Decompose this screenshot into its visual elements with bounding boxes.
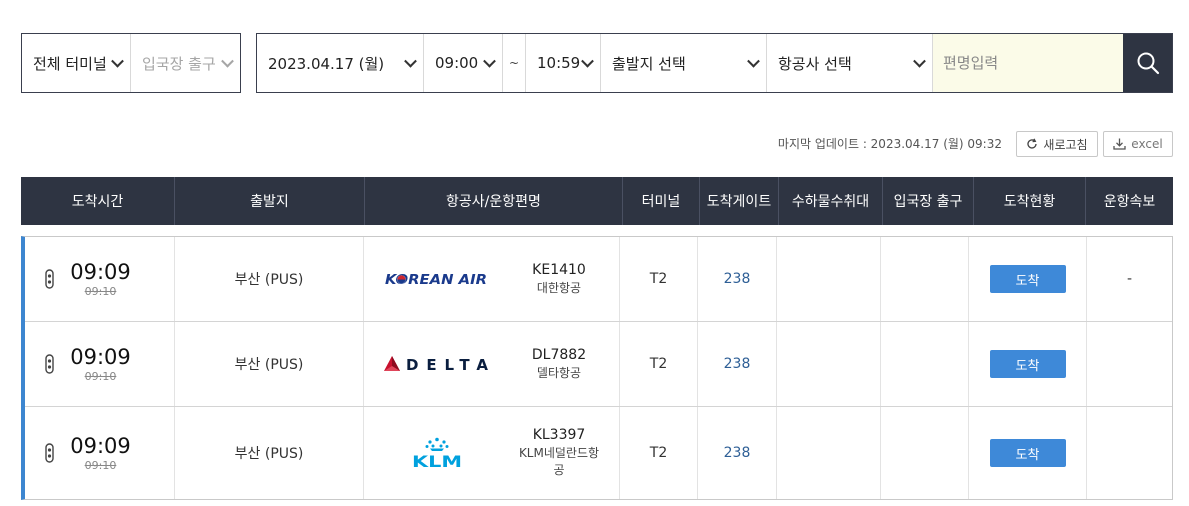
baggage-cell: [777, 237, 881, 321]
origin-cell: 부산 (PUS): [175, 322, 364, 406]
airline-name: 델타항공: [536, 365, 582, 380]
gate-cell: 238: [698, 237, 777, 321]
actual-time: 09:09: [70, 260, 131, 285]
table-row[interactable]: 09:09 09:10 부산 (PUS) KLM KL3397 KLM네덜란드항…: [25, 407, 1172, 499]
flight-number[interactable]: DL7882: [532, 346, 586, 365]
arrival-status-icon: [45, 269, 54, 289]
arrival-status-badge[interactable]: 도착: [989, 350, 1066, 378]
refresh-icon: [1027, 138, 1038, 149]
scheduled-time: 09:10: [84, 369, 117, 383]
arrival-status-icon: [45, 354, 54, 374]
baggage-cell: [777, 407, 881, 499]
scheduled-time: 09:10: [84, 458, 117, 472]
flight-number-input[interactable]: [933, 34, 1123, 92]
arrival-time-cell: 09:09 09:10: [25, 407, 175, 499]
exit-cell: [881, 237, 969, 321]
table-row[interactable]: 09:09 09:10 부산 (PUS) KOREAN AIR KE1410 대…: [25, 237, 1172, 322]
airline-name: KLM네덜란드항공: [518, 446, 600, 478]
airline-name: 대한항공: [536, 280, 582, 295]
chevron-down-icon: [581, 54, 594, 68]
header-baggage-claim: 수하물수취대: [779, 177, 883, 225]
exit-cell: [881, 322, 969, 406]
chevron-down-icon: [747, 54, 760, 68]
time-from-select[interactable]: 09:00: [424, 34, 503, 92]
gate-cell: 238: [698, 322, 777, 406]
flight-news-cell: [1087, 407, 1172, 499]
flight-news-cell: -: [1126, 271, 1133, 287]
arrivals-table-header: 도착시간 출발지 항공사/운항편명 터미널 도착게이트 수하물수취대 입국장 출…: [21, 177, 1173, 225]
origin-cell: 부산 (PUS): [175, 237, 364, 321]
flight-number[interactable]: KE1410: [532, 261, 586, 280]
terminal-filter-group: 전체 터미널 입국장 출구: [21, 33, 241, 93]
airline-cell: DELTA DL7882 델타항공: [364, 322, 620, 406]
chevron-down-icon: [221, 54, 234, 68]
arrivals-table-body: 09:09 09:10 부산 (PUS) KOREAN AIR KE1410 대…: [21, 236, 1173, 500]
chevron-down-icon: [404, 54, 417, 68]
arrival-status-badge[interactable]: 도착: [989, 265, 1066, 293]
search-icon: [1137, 52, 1159, 75]
last-update-text: 마지막 업데이트 : 2023.04.17 (월) 09:32: [777, 137, 1002, 151]
time-range-separator: ~: [503, 34, 526, 92]
excel-button-label: excel: [1131, 137, 1163, 151]
time-to-select[interactable]: 10:59: [526, 34, 601, 92]
header-origin: 출발지: [175, 177, 365, 225]
flight-news-cell: [1087, 322, 1172, 406]
arrival-status-badge[interactable]: 도착: [989, 439, 1066, 467]
download-icon: [1113, 138, 1126, 150]
chevron-down-icon: [111, 54, 124, 68]
delta-logo: DELTA: [364, 322, 509, 406]
delta-logo-text: DELTA: [406, 356, 488, 374]
header-airline-flight: 항공사/운항편명: [365, 177, 623, 225]
excel-download-button[interactable]: excel: [1103, 131, 1173, 157]
airline-select[interactable]: 항공사 선택: [767, 34, 933, 92]
flight-number[interactable]: KL3397: [533, 426, 586, 445]
chevron-down-icon: [913, 54, 926, 68]
exit-gate-select[interactable]: 입국장 출구: [131, 34, 240, 92]
airline-cell: KOREAN AIR KE1410 대한항공: [364, 237, 620, 321]
time-from-label: 09:00: [435, 54, 479, 72]
actual-time: 09:09: [70, 345, 131, 370]
terminal-select[interactable]: 전체 터미널: [22, 34, 131, 92]
baggage-cell: [777, 322, 881, 406]
origin-cell: 부산 (PUS): [175, 407, 364, 499]
refresh-button[interactable]: 새로고침: [1016, 131, 1098, 157]
time-to-label: 10:59: [537, 54, 581, 72]
actual-time: 09:09: [70, 434, 131, 459]
flight-search-group: 2023.04.17 (월) 09:00 ~ 10:59 출발지 선택 항공사 …: [256, 33, 1173, 93]
origin-select[interactable]: 출발지 선택: [601, 34, 767, 92]
terminal-cell: T2: [620, 322, 698, 406]
terminal-select-label: 전체 터미널: [33, 54, 107, 73]
exit-cell: [881, 407, 969, 499]
arrival-status-icon: [45, 443, 54, 463]
header-exit: 입국장 출구: [883, 177, 974, 225]
exit-gate-select-label: 입국장 출구: [142, 54, 216, 73]
status-cell: 도착: [969, 407, 1087, 499]
scheduled-time: 09:10: [84, 284, 117, 298]
klm-logo-text: KLM: [412, 452, 462, 469]
header-arrival-gate: 도착게이트: [700, 177, 779, 225]
date-select[interactable]: 2023.04.17 (월): [257, 34, 424, 92]
terminal-cell: T2: [620, 237, 698, 321]
table-row[interactable]: 09:09 09:10 부산 (PUS) DELTA DL7882 델타항공 T…: [25, 322, 1172, 407]
refresh-button-label: 새로고침: [1043, 137, 1088, 152]
klm-logo: KLM: [364, 407, 509, 499]
origin-select-label: 출발지 선택: [612, 54, 686, 73]
airline-select-label: 항공사 선택: [778, 54, 852, 73]
arrival-time-cell: 09:09 09:10: [25, 322, 175, 406]
header-arrival-time: 도착시간: [21, 177, 175, 225]
korean-air-logo: KOREAN AIR: [364, 237, 509, 321]
header-flight-news: 운항속보: [1103, 194, 1156, 210]
chevron-down-icon: [483, 54, 496, 68]
header-terminal: 터미널: [623, 177, 700, 225]
header-arrival-status: 도착현황: [974, 177, 1086, 225]
terminal-cell: T2: [620, 407, 698, 499]
date-select-label: 2023.04.17 (월): [268, 54, 385, 73]
arrival-time-cell: 09:09 09:10: [25, 237, 175, 321]
gate-cell: 238: [698, 407, 777, 499]
airline-cell: KLM KL3397 KLM네덜란드항공: [364, 407, 620, 499]
status-cell: 도착: [969, 322, 1087, 406]
status-cell: 도착: [969, 237, 1087, 321]
search-button[interactable]: [1123, 34, 1172, 92]
